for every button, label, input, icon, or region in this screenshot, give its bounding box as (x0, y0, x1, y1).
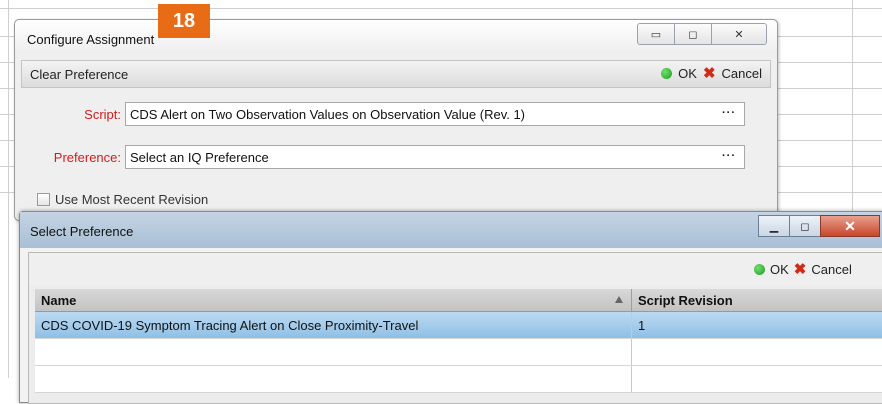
configure-actions: OK ✖ Cancel (661, 66, 762, 81)
script-field-row: Script: CDS Alert on Two Observation Val… (33, 102, 745, 126)
script-browse-button[interactable]: ··· (722, 107, 736, 119)
table-row[interactable]: CDS COVID-19 Symptom Tracing Alert on Cl… (35, 312, 882, 339)
select-window-titlebar[interactable]: Select Preference ▁ ◻ ✕ (20, 212, 882, 248)
cell-revision (632, 339, 882, 365)
select-preference-panel: OK ✖ Cancel Name Script Revision CDS COV… (28, 252, 882, 404)
cell-revision (632, 366, 882, 392)
script-value: CDS Alert on Two Observation Values on O… (130, 106, 526, 122)
preference-browse-button[interactable]: ··· (722, 150, 736, 162)
configure-window-titlebar[interactable]: Configure Assignment ▭ ◻ ✕ (15, 20, 777, 54)
table-header: Name Script Revision (35, 289, 882, 312)
cell-name (35, 339, 632, 365)
maximize-button[interactable]: ◻ (789, 215, 821, 237)
preference-value: Select an IQ Preference (130, 149, 269, 165)
close-button[interactable]: ✕ (712, 24, 766, 44)
use-most-recent-revision[interactable]: Use Most Recent Revision (37, 192, 208, 207)
section-title: Clear Preference (30, 67, 129, 82)
script-label: Script: (84, 106, 121, 122)
column-header-revision-label: Script Revision (638, 292, 733, 308)
script-input[interactable]: CDS Alert on Two Observation Values on O… (125, 102, 745, 126)
cancel-button[interactable]: Cancel (811, 262, 851, 277)
minimize-button[interactable]: ▭ (638, 24, 675, 44)
select-window-controls: ▁ ◻ ✕ (758, 215, 880, 237)
select-window-title: Select Preference (30, 224, 134, 239)
cell-revision: 1 (632, 312, 882, 338)
select-preference-window: Select Preference ▁ ◻ ✕ OK ✖ Cancel Name (19, 211, 882, 404)
column-header-script-revision[interactable]: Script Revision (632, 289, 882, 311)
ok-icon (661, 68, 673, 79)
configure-assignment-window: Configure Assignment ▭ ◻ ✕ Clear Prefere… (14, 19, 778, 221)
table-row[interactable] (35, 339, 882, 366)
cancel-icon: ✖ (793, 261, 807, 278)
cancel-button[interactable]: Cancel (722, 66, 762, 81)
column-header-name-label: Name (41, 292, 77, 308)
close-button[interactable]: ✕ (820, 215, 880, 237)
maximize-button[interactable]: ◻ (675, 24, 712, 44)
clear-preference-bar: Clear Preference OK ✖ Cancel (21, 60, 771, 88)
ok-icon (754, 264, 765, 275)
preference-field-row: Preference: Select an IQ Preference ··· (33, 145, 745, 169)
ok-button[interactable]: OK (770, 262, 789, 277)
select-actions: OK ✖ Cancel (754, 262, 852, 277)
step-number-badge: 18 (158, 4, 210, 38)
minimize-button[interactable]: ▁ (758, 215, 790, 237)
sort-ascending-icon (615, 296, 623, 303)
cell-name (35, 366, 632, 392)
column-header-name[interactable]: Name (35, 289, 632, 311)
checkbox-icon[interactable] (37, 193, 50, 206)
preference-label: Preference: (53, 149, 121, 165)
cancel-icon: ✖ (702, 65, 716, 82)
configure-window-controls: ▭ ◻ ✕ (637, 23, 767, 45)
checkbox-label: Use Most Recent Revision (55, 192, 209, 207)
ok-button[interactable]: OK (678, 66, 697, 81)
cell-name: CDS COVID-19 Symptom Tracing Alert on Cl… (35, 312, 632, 338)
preference-table: Name Script Revision CDS COVID-19 Sympto… (35, 289, 882, 393)
preference-input[interactable]: Select an IQ Preference ··· (125, 145, 745, 169)
select-actions-bar: OK ✖ Cancel (29, 253, 882, 285)
table-row[interactable] (35, 366, 882, 393)
configure-window-title: Configure Assignment (27, 32, 155, 47)
